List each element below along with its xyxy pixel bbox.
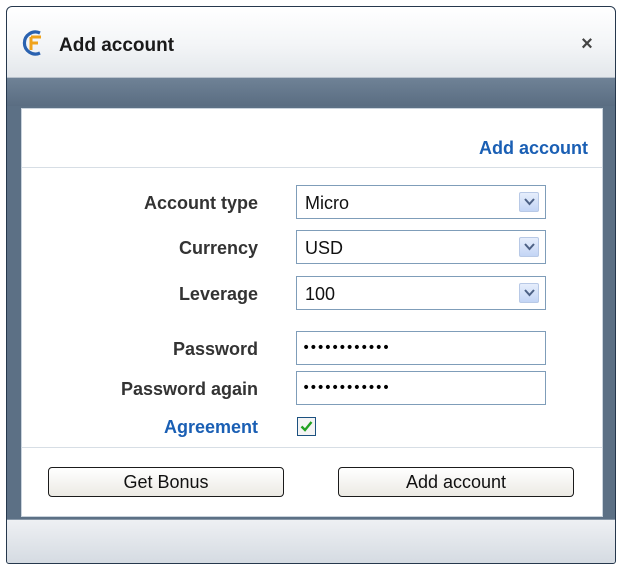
add-account-dialog: Add account × Add account Account type M…: [6, 6, 616, 564]
get-bonus-button[interactable]: Get Bonus: [48, 467, 284, 497]
password-field[interactable]: ••••••••••••: [296, 331, 546, 365]
add-account-link[interactable]: Add account: [479, 138, 588, 159]
leverage-select[interactable]: 100: [296, 276, 546, 310]
chevron-down-icon[interactable]: [519, 237, 539, 257]
account-type-row: Account type Micro: [22, 185, 602, 219]
footer-band: [7, 519, 615, 563]
password-again-masked-value: ••••••••••••: [302, 380, 390, 396]
chevron-down-icon[interactable]: [519, 283, 539, 303]
password-masked-value: ••••••••••••: [302, 340, 390, 356]
password-label: Password: [172, 339, 258, 359]
leverage-row: Leverage 100: [22, 276, 602, 310]
currency-value: USD: [305, 238, 344, 258]
password-again-label: Password again: [120, 379, 258, 399]
leverage-label: Leverage: [178, 284, 258, 304]
currency-select[interactable]: USD: [296, 230, 546, 264]
panel-header: Add account: [22, 109, 602, 168]
chevron-down-icon[interactable]: [519, 192, 539, 212]
password-row: Password ••••••••••••: [22, 331, 602, 365]
app-logo-icon: [22, 30, 46, 56]
currency-label: Currency: [178, 238, 258, 258]
checkmark-icon: [300, 421, 313, 432]
leverage-value: 100: [305, 284, 336, 304]
form-panel: Add account Account type Micro Currency …: [21, 108, 603, 517]
header-band: [7, 78, 615, 106]
add-account-button[interactable]: Add account: [338, 467, 574, 497]
window-title: Add account: [59, 35, 175, 56]
currency-row: Currency USD: [22, 230, 602, 264]
password-again-field[interactable]: ••••••••••••: [296, 371, 546, 405]
agreement-checkbox[interactable]: [297, 417, 316, 436]
account-type-value: Micro: [305, 193, 349, 213]
password-again-row: Password again ••••••••••••: [22, 371, 602, 405]
divider: [22, 447, 602, 448]
agreement-link[interactable]: Agreement: [164, 417, 258, 438]
account-type-label: Account type: [143, 193, 258, 213]
close-icon[interactable]: ×: [577, 34, 597, 54]
title-bar[interactable]: Add account ×: [7, 7, 615, 78]
account-type-select[interactable]: Micro: [296, 185, 546, 219]
agreement-row: Agreement: [22, 409, 602, 443]
